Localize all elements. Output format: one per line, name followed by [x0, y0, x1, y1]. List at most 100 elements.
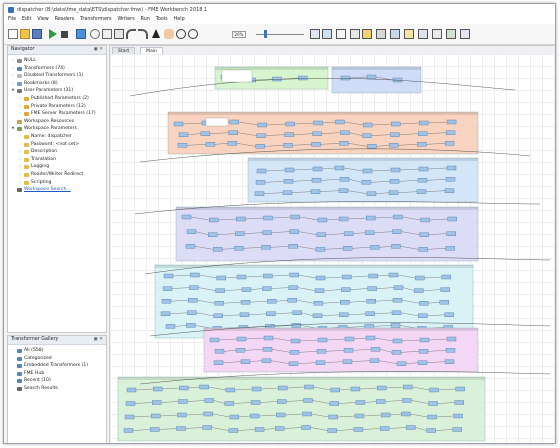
zoom-in-icon[interactable]	[176, 29, 186, 39]
transformer-node[interactable]	[126, 387, 137, 393]
transformer-node[interactable]	[393, 285, 404, 290]
workspace-canvas[interactable]	[110, 54, 555, 443]
transformer-node[interactable]	[364, 324, 374, 329]
transformer-node[interactable]	[391, 310, 402, 315]
transformer-node[interactable]	[353, 427, 364, 432]
navigator-item[interactable]: › Disabled Transformers (1)	[8, 72, 106, 80]
chevron-right-icon[interactable]: ›	[18, 171, 22, 179]
transformer-node[interactable]	[403, 384, 413, 390]
properties-icon[interactable]	[362, 29, 372, 39]
chevron-right-icon[interactable]: ›	[18, 95, 22, 103]
zoom-level-field[interactable]: 26%	[232, 31, 246, 38]
transformer-node[interactable]	[267, 299, 277, 304]
transformer-node[interactable]	[236, 274, 247, 280]
zoom-out-icon[interactable]	[188, 29, 198, 39]
transformer-node[interactable]	[446, 231, 456, 236]
transformer-node[interactable]	[255, 180, 266, 185]
transformer-node[interactable]	[417, 360, 428, 365]
transformer-node[interactable]	[228, 130, 238, 135]
transformer-node[interactable]	[418, 349, 429, 354]
transformer-node[interactable]	[276, 412, 286, 418]
transformer-node[interactable]	[304, 384, 314, 390]
transformer-node[interactable]	[344, 336, 355, 342]
transformer-node[interactable]	[330, 387, 340, 393]
transformer-node[interactable]	[376, 385, 387, 391]
transformer-node[interactable]	[375, 399, 386, 404]
transformer-node[interactable]	[446, 165, 457, 171]
transformer-node[interactable]	[444, 141, 455, 146]
transformer-node[interactable]	[186, 323, 196, 328]
transformer-node[interactable]	[288, 285, 298, 290]
transformer-node[interactable]	[362, 133, 372, 138]
workflow-diagram[interactable]	[110, 54, 556, 444]
transformer-node[interactable]	[311, 178, 322, 183]
menu-help[interactable]: Help	[174, 17, 185, 22]
transformer-node[interactable]	[291, 323, 301, 328]
transformer-node[interactable]	[334, 165, 345, 171]
transformer-node[interactable]	[370, 245, 380, 250]
transformer-node[interactable]	[165, 324, 176, 329]
transformer-node[interactable]	[338, 216, 349, 222]
transformer-node[interactable]	[428, 401, 438, 406]
transformer-node[interactable]	[314, 288, 325, 293]
transformer-node[interactable]	[261, 358, 272, 363]
transformer-node[interactable]	[390, 167, 401, 173]
transformer-node[interactable]	[262, 230, 272, 235]
menu-readers[interactable]: Readers	[55, 17, 74, 22]
transformer-node[interactable]	[315, 275, 326, 281]
transformer-node[interactable]	[389, 179, 400, 184]
transformer-node[interactable]	[391, 350, 402, 355]
transformer-node[interactable]	[445, 130, 456, 135]
transformer-node[interactable]	[290, 338, 301, 344]
bookmark-header[interactable]	[248, 158, 478, 161]
navigator-item[interactable]: ▼ User Parameters (31)	[8, 87, 106, 95]
transformer-node[interactable]	[228, 428, 239, 433]
transformer-node[interactable]	[301, 425, 311, 430]
transformer-node[interactable]	[254, 191, 265, 196]
transformer-node[interactable]	[417, 142, 427, 147]
transformer-node[interactable]	[189, 285, 199, 290]
transformer-node[interactable]	[445, 348, 456, 353]
navigator-item[interactable]: Name: dispatcher	[8, 133, 106, 141]
bookmark-header[interactable]	[204, 328, 478, 331]
transformer-node[interactable]	[340, 130, 350, 135]
bookmark-region[interactable]	[247, 157, 479, 203]
transformer-node[interactable]	[419, 120, 429, 126]
transformer-node[interactable]	[453, 413, 463, 419]
gallery-item[interactable]: FME Hub	[8, 370, 106, 378]
transformer-node[interactable]	[350, 386, 361, 392]
transformer-node[interactable]	[256, 133, 266, 138]
transformer-node[interactable]	[213, 360, 224, 365]
open-icon[interactable]	[20, 29, 30, 39]
transformer-node[interactable]	[339, 141, 349, 146]
transformer-node[interactable]	[439, 300, 449, 305]
transformer-node[interactable]	[176, 426, 186, 431]
transformer-node[interactable]	[343, 231, 354, 236]
transformer-node[interactable]	[229, 119, 239, 125]
transformer-node[interactable]	[419, 232, 429, 237]
transformer-node[interactable]	[216, 275, 226, 281]
bookmark-header[interactable]	[168, 112, 478, 115]
transformer-node[interactable]	[402, 398, 412, 403]
transformer-node[interactable]	[262, 347, 273, 352]
table-icon[interactable]	[418, 29, 428, 39]
transformer-node[interactable]	[277, 399, 287, 404]
transformer-node[interactable]	[392, 229, 402, 234]
transformer-node[interactable]	[310, 189, 321, 194]
export-icon[interactable]	[446, 29, 456, 39]
transformer-node[interactable]	[235, 348, 246, 353]
navigator-item[interactable]: › Description	[8, 148, 106, 156]
transformer-node[interactable]	[254, 427, 265, 432]
chevron-right-icon[interactable]: ›	[18, 103, 22, 111]
transformer-node[interactable]	[455, 386, 465, 392]
transformer-node[interactable]	[290, 214, 300, 220]
chevron-right-icon[interactable]: ›	[11, 72, 15, 80]
transformer-node[interactable]	[234, 246, 244, 251]
transformer-node[interactable]	[209, 337, 220, 343]
transformer-node[interactable]	[240, 359, 251, 364]
navigator-item[interactable]: › Scripting	[8, 179, 106, 187]
navigator-item[interactable]: › Private Parameters (12)	[8, 103, 106, 111]
transformer-node[interactable]	[289, 350, 300, 355]
transformer-node[interactable]	[329, 401, 339, 406]
transformer-node[interactable]	[362, 168, 373, 174]
